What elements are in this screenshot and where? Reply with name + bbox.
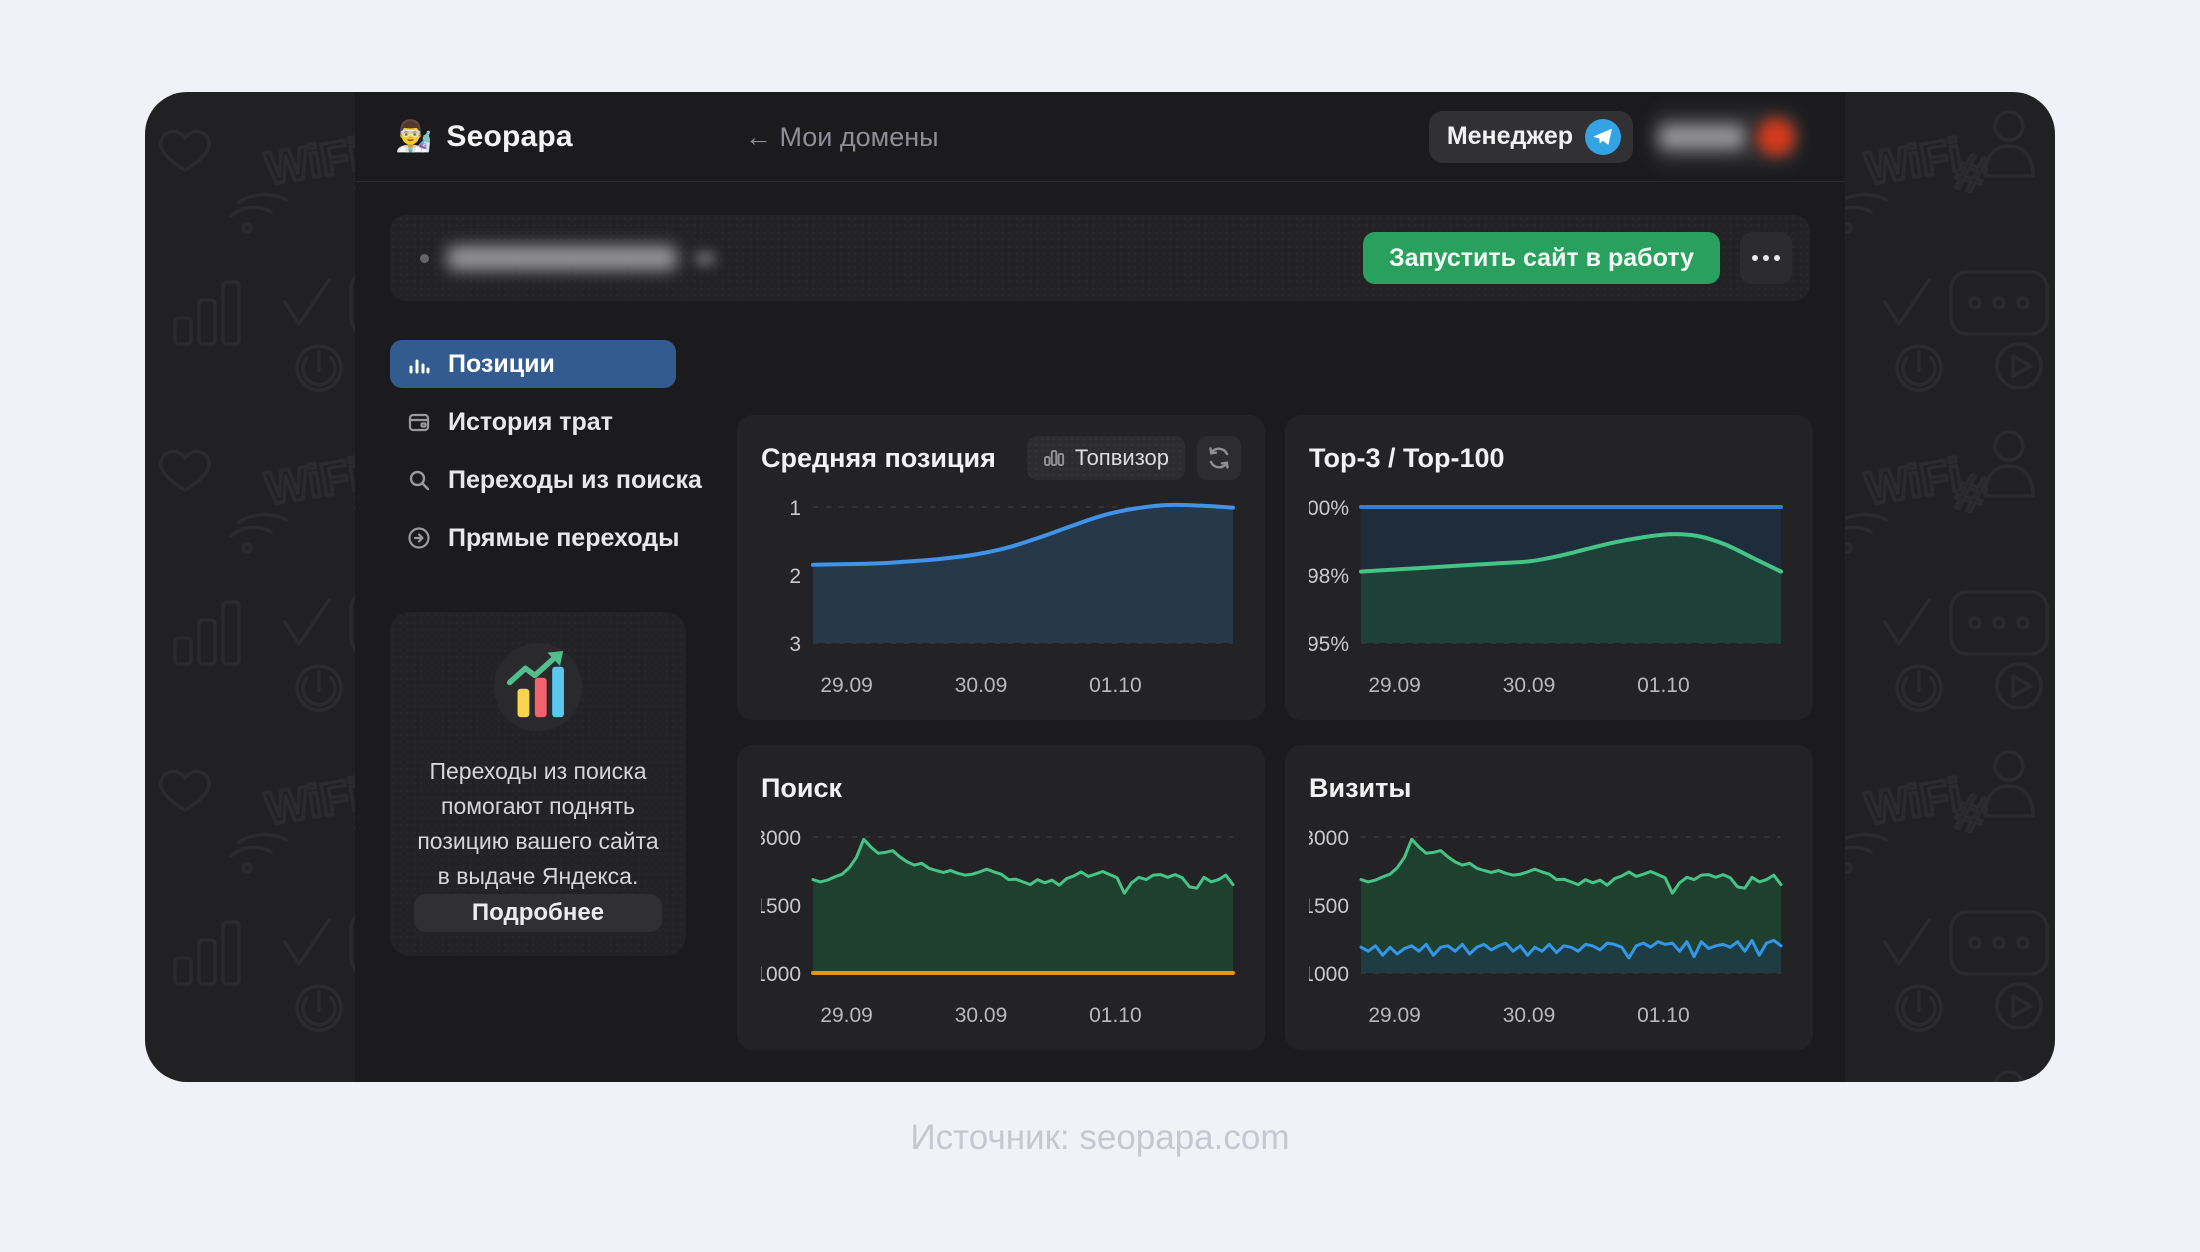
bar-chart-icon: [406, 351, 432, 377]
more-options-button[interactable]: [1740, 232, 1792, 284]
svg-text:29.09: 29.09: [1368, 1004, 1421, 1027]
sidebar-item-search-traffic[interactable]: Переходы из поиска: [390, 456, 676, 504]
chart-title: Средняя позиция: [761, 443, 996, 474]
svg-text:30.09: 30.09: [1503, 674, 1556, 697]
sidebar-nav: Позиции История трат: [390, 340, 676, 572]
svg-text:29.09: 29.09: [1368, 674, 1421, 697]
sidebar-item-direct-traffic[interactable]: Прямые переходы: [390, 514, 676, 562]
sidebar-item-label: История трат: [448, 408, 613, 437]
domain-actions: Запустить сайт в работу: [1363, 232, 1792, 284]
svg-text:01.10: 01.10: [1089, 674, 1142, 697]
refresh-button[interactable]: [1197, 436, 1241, 480]
chart-title: Визиты: [1309, 773, 1411, 804]
svg-text:1: 1: [789, 497, 801, 520]
svg-text:29.09: 29.09: [820, 1004, 873, 1027]
domain-selector[interactable]: [420, 246, 715, 270]
svg-text:30.09: 30.09: [955, 674, 1008, 697]
domain-name-blurred: [447, 246, 677, 270]
promo-details-button[interactable]: Подробнее: [414, 894, 662, 932]
chart-title: Top-3 / Top-100: [1309, 443, 1505, 474]
chart-card-average-position: Средняя позиция Топвизор: [737, 415, 1265, 720]
domain-status-dot: [420, 254, 429, 263]
svg-text:1500: 1500: [1309, 895, 1349, 918]
app-header: 👨‍🔬 Seopapa ← Мои домены Менеджер: [355, 92, 1845, 182]
search-icon: [406, 467, 432, 493]
svg-text:01.10: 01.10: [1089, 1004, 1142, 1027]
svg-text:30.09: 30.09: [955, 1004, 1008, 1027]
svg-text:01.10: 01.10: [1637, 1004, 1690, 1027]
chart-card-search: Поиск 3000 1500 1000 29.09 30.09 01.10: [737, 745, 1265, 1050]
search-traffic-chart: 3000 1500 1000 29.09 30.09 01.10: [761, 817, 1241, 1042]
svg-text:3000: 3000: [1309, 827, 1349, 850]
chart-card-visits: Визиты 3000 1500 1000 29.09 30.09 01.10: [1285, 745, 1813, 1050]
launch-site-button[interactable]: Запустить сайт в работу: [1363, 232, 1720, 284]
screenshot-stage: WiFi #: [0, 0, 2200, 1252]
chart-toolbar: Топвизор: [1027, 436, 1241, 480]
sidebar-item-label: Переходы из поиска: [448, 466, 702, 495]
svg-text:98%: 98%: [1309, 565, 1349, 588]
source-caption: Источник: seopapa.com: [0, 1118, 2200, 1158]
chart-card-top3-top100: Top-3 / Top-100 100% 98% 95% 29.09 30.09 01.1…: [1285, 415, 1813, 720]
svg-text:30.09: 30.09: [1503, 1004, 1556, 1027]
balance-badge-blurred[interactable]: [1651, 110, 1801, 164]
manager-label: Менеджер: [1447, 122, 1573, 151]
balance-blurred-value: [1659, 125, 1745, 149]
app-logo: 👨‍🔬 Seopapa: [395, 120, 573, 154]
topvisor-label: Топвизор: [1075, 445, 1169, 471]
svg-text:3000: 3000: [761, 827, 801, 850]
sidebar-item-positions[interactable]: Позиции: [390, 340, 676, 388]
chart-title: Поиск: [761, 773, 842, 804]
balance-coin-icon: [1757, 118, 1795, 156]
scientist-emoji-icon: 👨‍🔬: [395, 122, 432, 152]
visits-chart: 3000 1500 1000 29.09 30.09 01.10: [1309, 817, 1789, 1042]
app-window: WiFi #: [145, 92, 2055, 1082]
svg-text:1000: 1000: [761, 963, 801, 986]
top3-top100-chart: 100% 98% 95% 29.09 30.09 01.10: [1309, 487, 1789, 712]
refresh-icon: [1206, 445, 1232, 471]
arrow-circle-icon: [406, 525, 432, 551]
svg-text:3: 3: [789, 633, 801, 656]
svg-text:29.09: 29.09: [820, 674, 873, 697]
content-surface: 👨‍🔬 Seopapa ← Мои домены Менеджер: [355, 92, 1845, 1082]
app-name: Seopapa: [446, 120, 572, 154]
header-right-group: Менеджер: [1429, 110, 1801, 164]
growth-chart-icon: [478, 640, 598, 734]
manager-button[interactable]: Менеджер: [1429, 111, 1633, 163]
sidebar-item-label: Прямые переходы: [448, 524, 679, 553]
svg-text:2: 2: [789, 565, 801, 588]
domain-bar: Запустить сайт в работу: [390, 215, 1810, 301]
svg-text:01.10: 01.10: [1637, 674, 1690, 697]
mini-bar-chart-icon: [1043, 447, 1065, 469]
breadcrumb-my-domains[interactable]: ← Мои домены: [745, 92, 939, 182]
telegram-icon: [1585, 119, 1621, 155]
svg-text:100%: 100%: [1309, 497, 1349, 520]
svg-text:95%: 95%: [1309, 633, 1349, 656]
promo-text: Переходы из поиска помогают поднять пози…: [414, 754, 662, 894]
average-position-chart: 1 2 3 29.09 30.09 01.10: [761, 487, 1241, 712]
wallet-icon: [406, 409, 432, 435]
promo-card: Переходы из поиска помогают поднять пози…: [390, 612, 686, 956]
topvisor-source-button[interactable]: Топвизор: [1027, 436, 1185, 480]
sidebar-item-label: Позиции: [448, 350, 555, 379]
sidebar-item-spend-history[interactable]: История трат: [390, 398, 676, 446]
chevron-down-icon: [695, 252, 715, 265]
svg-text:1000: 1000: [1309, 963, 1349, 986]
svg-text:1500: 1500: [761, 895, 801, 918]
